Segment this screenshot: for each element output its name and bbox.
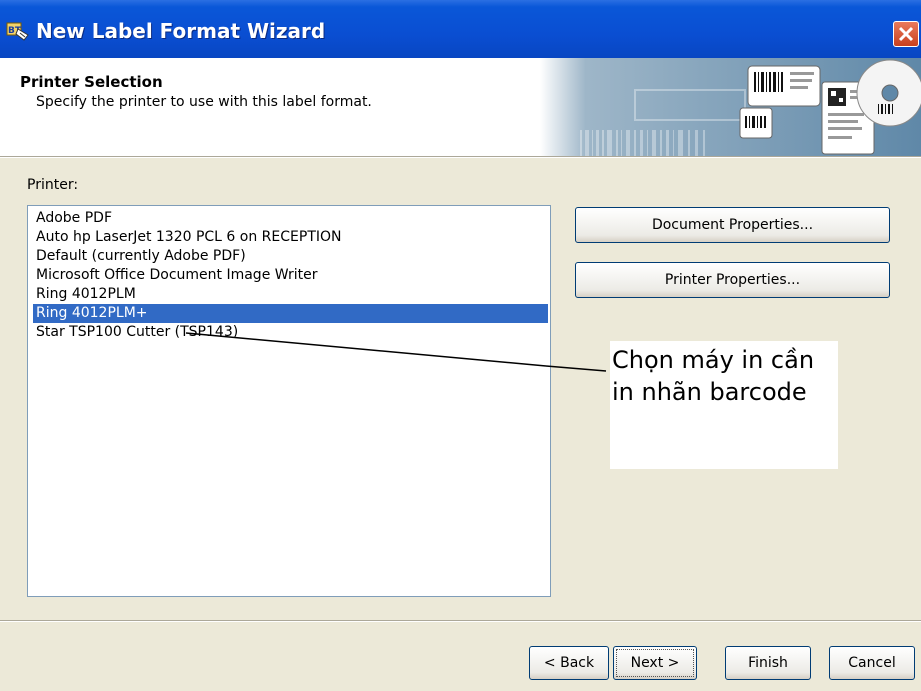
title-bar: BT New Label Format Wizard — [0, 0, 921, 58]
barcode-labels-banner — [540, 58, 921, 156]
printer-listbox[interactable]: Adobe PDF Auto hp LaserJet 1320 PCL 6 on… — [27, 205, 551, 597]
next-button-label: Next > — [616, 649, 694, 677]
printer-label: Printer: — [27, 177, 79, 193]
window-title: New Label Format Wizard — [36, 19, 326, 43]
page-title: Printer Selection — [20, 73, 163, 91]
wizard-header: Printer Selection Specify the printer to… — [0, 58, 921, 156]
document-properties-button[interactable]: Document Properties... — [575, 207, 890, 243]
next-button[interactable]: Next > — [613, 646, 697, 680]
bartender-app-icon: BT — [6, 22, 29, 41]
close-icon — [898, 26, 914, 42]
header-divider-highlight — [0, 157, 921, 158]
printer-properties-button[interactable]: Printer Properties... — [575, 262, 890, 298]
printer-list-item[interactable]: Star TSP100 Cutter (TSP143) — [33, 323, 548, 342]
footer-divider-highlight — [0, 621, 921, 622]
printer-list-item[interactable]: Auto hp LaserJet 1320 PCL 6 on RECEPTION — [33, 228, 548, 247]
printer-list-item[interactable]: Default (currently Adobe PDF) — [33, 247, 548, 266]
printer-list-item[interactable]: Adobe PDF — [33, 209, 548, 228]
cancel-button[interactable]: Cancel — [829, 646, 915, 680]
page-subtitle: Specify the printer to use with this lab… — [36, 94, 372, 110]
annotation-text: Chọn máy in cần in nhãn barcode — [612, 346, 815, 406]
back-button[interactable]: < Back — [529, 646, 609, 680]
printer-list-item[interactable]: Ring 4012PLM — [33, 285, 548, 304]
close-button[interactable] — [893, 21, 919, 47]
printer-list-item[interactable]: Microsoft Office Document Image Writer — [33, 266, 548, 285]
printer-list-item-selected[interactable]: Ring 4012PLM+ — [33, 304, 548, 323]
finish-button[interactable]: Finish — [725, 646, 811, 680]
